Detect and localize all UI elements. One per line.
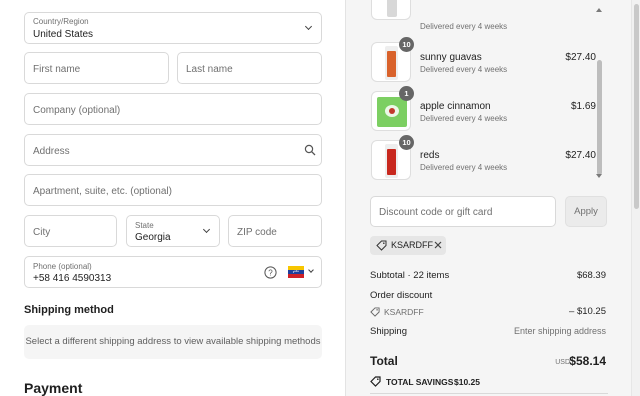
total-savings-label: TOTAL SAVINGS: [386, 377, 454, 387]
product-price: $1.69: [570, 101, 596, 112]
product-name: apple cinnamon: [420, 101, 491, 112]
cart-scrollbar[interactable]: [595, 8, 604, 180]
phone-value: +58 416 4590313: [33, 273, 112, 284]
first-name-field[interactable]: First name: [24, 52, 169, 84]
subtotal-value: $68.39: [576, 270, 606, 281]
total-savings-value: $10.25: [454, 377, 480, 387]
divider: [370, 393, 608, 394]
product-name: sunny guavas: [420, 52, 482, 63]
shipping-notice-text: Select a different shipping address to v…: [25, 336, 321, 347]
last-name-placeholder: Last name: [186, 64, 233, 75]
zip-placeholder: ZIP code: [237, 227, 277, 238]
checkout-form: Country/Region United States First name …: [0, 0, 345, 396]
scroll-up-arrow-icon[interactable]: [596, 8, 602, 12]
tag-icon: [376, 240, 387, 251]
first-name-placeholder: First name: [33, 64, 81, 75]
apartment-placeholder: Apartment, suite, etc. (optional): [33, 186, 172, 197]
discount-value: – $10.25: [569, 306, 606, 317]
scroll-down-arrow-icon[interactable]: [596, 174, 602, 178]
chevron-down-icon: [308, 267, 314, 273]
city-field[interactable]: City: [24, 215, 117, 247]
cart-scrollbar-thumb[interactable]: [597, 60, 602, 175]
quantity-badge: 10: [399, 135, 414, 150]
venezuela-flag-icon[interactable]: [288, 266, 304, 278]
state-value: Georgia: [135, 232, 171, 243]
product-name: reds: [420, 150, 440, 161]
phone-field[interactable]: Phone (optional) +58 416 4590313 ?: [24, 256, 322, 288]
applied-discount-chip: KSARDFF: [370, 236, 446, 255]
phone-label: Phone (optional): [33, 262, 92, 271]
zip-field[interactable]: ZIP code: [228, 215, 322, 247]
product-price: $27.40: [565, 150, 596, 161]
product-subtitle: Delivered every 4 weeks: [420, 114, 508, 123]
quantity-badge: 1: [399, 86, 414, 101]
city-placeholder: City: [33, 227, 51, 238]
subtotal-label: Subtotal · 22 items: [370, 270, 450, 281]
apartment-field[interactable]: Apartment, suite, etc. (optional): [24, 174, 322, 206]
country-select[interactable]: Country/Region United States: [24, 12, 322, 44]
shipping-method-heading: Shipping method: [24, 304, 114, 316]
chevron-down-icon: [202, 225, 211, 234]
product-subtitle: Delivered every 4 weeks: [420, 163, 508, 172]
applied-code-text: KSARDFF: [391, 240, 434, 250]
close-icon[interactable]: [434, 241, 442, 249]
help-icon[interactable]: ?: [264, 266, 277, 279]
discount-code-input[interactable]: Discount code or gift card: [370, 196, 556, 227]
total-label: Total: [370, 354, 398, 368]
quantity-badge: 10: [399, 37, 414, 52]
chevron-down-icon: [304, 22, 313, 31]
order-discount-label: Order discount: [370, 290, 433, 301]
country-label: Country/Region: [33, 17, 89, 26]
state-select[interactable]: State Georgia: [126, 215, 220, 247]
total-value: $58.14: [569, 354, 606, 368]
shipping-value: Enter shipping address: [513, 326, 606, 336]
apply-button[interactable]: Apply: [565, 196, 607, 227]
page-scrollbar[interactable]: [631, 0, 640, 396]
partial-item-subtitle: Delivered every 4 weeks: [420, 22, 508, 31]
page-scrollbar-thumb[interactable]: [634, 4, 639, 209]
address-field[interactable]: Address: [24, 134, 322, 166]
address-placeholder: Address: [33, 146, 70, 157]
tag-icon: [370, 376, 381, 387]
company-field[interactable]: Company (optional): [24, 93, 322, 125]
product-subtitle: Delivered every 4 weeks: [420, 65, 508, 74]
svg-text:?: ?: [268, 268, 273, 277]
discount-placeholder: Discount code or gift card: [379, 207, 493, 218]
product-thumbnail: [371, 0, 411, 20]
last-name-field[interactable]: Last name: [177, 52, 322, 84]
tag-icon: [370, 307, 380, 317]
discount-code-label: KSARDFF: [384, 307, 424, 317]
company-placeholder: Company (optional): [33, 105, 121, 116]
search-icon: [304, 144, 316, 156]
order-summary: Delivered every 4 weeks 10 sunny guavas …: [345, 0, 631, 396]
state-label: State: [135, 221, 154, 230]
shipping-method-notice: Select a different shipping address to v…: [24, 325, 322, 359]
shipping-label: Shipping: [370, 326, 407, 337]
payment-heading: Payment: [24, 380, 83, 396]
country-value: United States: [33, 29, 94, 40]
product-price: $27.40: [565, 52, 596, 63]
